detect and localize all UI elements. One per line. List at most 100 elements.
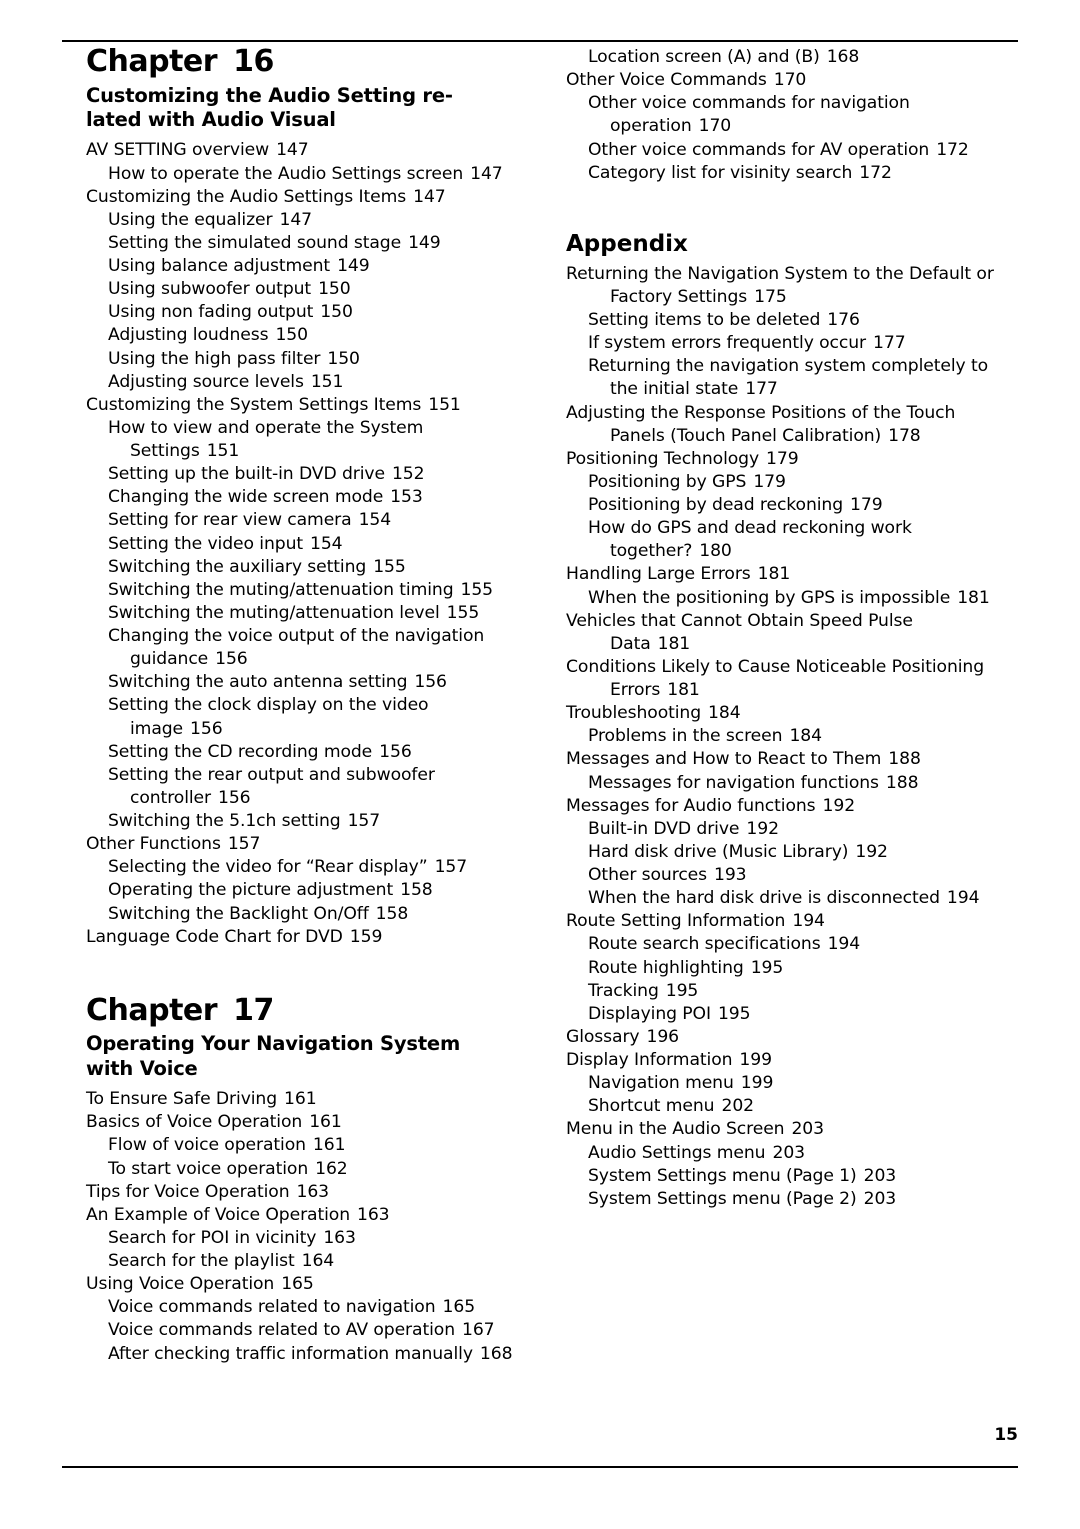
toc-entry[interactable]: Changing the wide screen mode 153 <box>86 486 538 509</box>
toc-entry[interactable]: Customizing the Audio Settings Items 147 <box>86 186 538 209</box>
toc-entry[interactable]: Glossary 196 <box>566 1026 1018 1049</box>
toc-entry[interactable]: Problems in the screen 184 <box>566 725 1018 748</box>
toc-entry[interactable]: Vehicles that Cannot Obtain Speed Pulse <box>566 610 1018 633</box>
toc-entry[interactable]: Shortcut menu 202 <box>566 1095 1018 1118</box>
toc-entry-text: Switching the muting/attenuation level <box>108 602 440 623</box>
toc-entry[interactable]: Navigation menu 199 <box>566 1072 1018 1095</box>
toc-entry[interactable]: If system errors frequently occur 177 <box>566 332 1018 355</box>
toc-entry[interactable]: System Settings menu (Page 2) 203 <box>566 1188 1018 1211</box>
toc-entry[interactable]: Switching the Backlight On/Off 158 <box>86 903 538 926</box>
toc-entry[interactable]: Switching the auto antenna setting 156 <box>86 671 538 694</box>
toc-entry[interactable]: How to view and operate the System <box>86 417 538 440</box>
toc-entry[interactable]: Setting the video input 154 <box>86 533 538 556</box>
chapter-16-heading: Chapter 16 <box>86 46 538 78</box>
toc-entry[interactable]: Conditions Likely to Cause Noticeable Po… <box>566 656 1018 679</box>
toc-entry[interactable]: Switching the muting/attenuation timing 1… <box>86 579 538 602</box>
toc-entry[interactable]: Built-in DVD drive 192 <box>566 818 1018 841</box>
toc-entry[interactable]: Handling Large Errors 181 <box>566 563 1018 586</box>
toc-entry[interactable]: Route Setting Information 194 <box>566 910 1018 933</box>
toc-entry[interactable]: Messages for Audio functions 192 <box>566 795 1018 818</box>
toc-entry[interactable]: How to operate the Audio Settings screen… <box>86 163 538 186</box>
toc-entry[interactable]: Factory Settings 175 <box>566 286 1018 309</box>
toc-entry-page: 177 <box>873 333 906 354</box>
toc-entry[interactable]: Other voice commands for navigation <box>566 92 1018 115</box>
toc-entry[interactable]: Settings 151 <box>86 440 538 463</box>
toc-entry[interactable]: Using balance adjustment 149 <box>86 255 538 278</box>
toc-entry[interactable]: Selecting the video for “Rear display” 15… <box>86 856 538 879</box>
toc-entry-text: Adjusting source levels <box>108 371 304 392</box>
toc-entry[interactable]: Using the high pass filter 150 <box>86 348 538 371</box>
toc-entry[interactable]: Troubleshooting 184 <box>566 702 1018 725</box>
toc-entry[interactable]: Setting for rear view camera 154 <box>86 509 538 532</box>
toc-entry[interactable]: To start voice operation 162 <box>86 1158 538 1181</box>
toc-entry[interactable]: the initial state 177 <box>566 378 1018 401</box>
toc-entry[interactable]: Flow of voice operation 161 <box>86 1134 538 1157</box>
toc-entry[interactable]: When the positioning by GPS is impossibl… <box>566 587 1018 610</box>
toc-entry[interactable]: Using Voice Operation 165 <box>86 1273 538 1296</box>
toc-entry[interactable]: Language Code Chart for DVD 159 <box>86 926 538 949</box>
toc-entry[interactable]: Adjusting loudness 150 <box>86 324 538 347</box>
toc-entry[interactable]: Using non fading output 150 <box>86 301 538 324</box>
toc-entry[interactable]: Hard disk drive (Music Library) 192 <box>566 841 1018 864</box>
toc-entry[interactable]: Voice commands related to navigation 165 <box>86 1296 538 1319</box>
toc-entry[interactable]: Route highlighting 195 <box>566 957 1018 980</box>
toc-entry[interactable]: Panels (Touch Panel Calibration) 178 <box>566 425 1018 448</box>
toc-entry[interactable]: Using subwoofer output 150 <box>86 278 538 301</box>
toc-entry[interactable]: Switching the auxiliary setting 155 <box>86 556 538 579</box>
toc-entry[interactable]: An Example of Voice Operation 163 <box>86 1204 538 1227</box>
toc-entry[interactable]: Category list for visinity search 172 <box>566 162 1018 185</box>
toc-entry[interactable]: Displaying POI 195 <box>566 1003 1018 1026</box>
toc-entry[interactable]: Adjusting the Response Positions of the … <box>566 402 1018 425</box>
toc-entry[interactable]: Other voice commands for AV operation 172 <box>566 139 1018 162</box>
toc-entry[interactable]: To Ensure Safe Driving 161 <box>86 1088 538 1111</box>
toc-entry[interactable]: Setting the simulated sound stage 149 <box>86 232 538 255</box>
toc-entry[interactable]: guidance 156 <box>86 648 538 671</box>
toc-entry[interactable]: controller 156 <box>86 787 538 810</box>
toc-entry[interactable]: Setting the CD recording mode 156 <box>86 741 538 764</box>
toc-entry[interactable]: Adjusting source levels 151 <box>86 371 538 394</box>
toc-entry[interactable]: Search for the playlist 164 <box>86 1250 538 1273</box>
toc-entry[interactable]: Errors 181 <box>566 679 1018 702</box>
toc-entry[interactable]: operation 170 <box>566 115 1018 138</box>
toc-entry[interactable]: Audio Settings menu 203 <box>566 1142 1018 1165</box>
toc-entry[interactable]: Menu in the Audio Screen 203 <box>566 1118 1018 1141</box>
toc-entry-text: Using the equalizer <box>108 209 273 230</box>
toc-entry[interactable]: Positioning Technology 179 <box>566 448 1018 471</box>
toc-entry[interactable]: Operating the picture adjustment 158 <box>86 879 538 902</box>
toc-entry[interactable]: Tips for Voice Operation 163 <box>86 1181 538 1204</box>
toc-entry[interactable]: Returning the Navigation System to the D… <box>566 263 1018 286</box>
toc-entry[interactable]: Display Information 199 <box>566 1049 1018 1072</box>
toc-entry[interactable]: Switching the muting/attenuation level 15… <box>86 602 538 625</box>
toc-entry[interactable]: Search for POI in vicinity 163 <box>86 1227 538 1250</box>
toc-entry[interactable]: together? 180 <box>566 540 1018 563</box>
toc-entry[interactable]: Other Functions 157 <box>86 833 538 856</box>
toc-entry[interactable]: image 156 <box>86 718 538 741</box>
toc-entry[interactable]: Setting items to be deleted 176 <box>566 309 1018 332</box>
toc-entry[interactable]: Messages for navigation functions 188 <box>566 772 1018 795</box>
toc-entry[interactable]: Location screen (A) and (B) 168 <box>566 46 1018 69</box>
toc-entry[interactable]: After checking traffic information manua… <box>86 1343 538 1366</box>
toc-entry[interactable]: Other Voice Commands 170 <box>566 69 1018 92</box>
toc-entry[interactable]: Route search specifications 194 <box>566 933 1018 956</box>
toc-entry[interactable]: Positioning by dead reckoning 179 <box>566 494 1018 517</box>
toc-entry-text: controller <box>130 787 211 808</box>
toc-entry[interactable]: System Settings menu (Page 1) 203 <box>566 1165 1018 1188</box>
toc-entry[interactable]: Basics of Voice Operation 161 <box>86 1111 538 1134</box>
toc-entry[interactable]: Positioning by GPS 179 <box>566 471 1018 494</box>
toc-entry[interactable]: Data 181 <box>566 633 1018 656</box>
toc-entry[interactable]: Setting up the built-in DVD drive 152 <box>86 463 538 486</box>
toc-entry[interactable]: Tracking 195 <box>566 980 1018 1003</box>
toc-entry[interactable]: Other sources 193 <box>566 864 1018 887</box>
toc-entry[interactable]: When the hard disk drive is disconnected… <box>566 887 1018 910</box>
toc-entry[interactable]: Changing the voice output of the navigat… <box>86 625 538 648</box>
toc-entry[interactable]: Messages and How to React to Them 188 <box>566 748 1018 771</box>
toc-entry[interactable]: Customizing the System Settings Items 151 <box>86 394 538 417</box>
toc-entry[interactable]: Setting the rear output and subwoofer <box>86 764 538 787</box>
toc-entry[interactable]: Using the equalizer 147 <box>86 209 538 232</box>
toc-entry[interactable]: How do GPS and dead reckoning work <box>566 517 1018 540</box>
toc-entry[interactable]: Returning the navigation system complete… <box>566 355 1018 378</box>
toc-entry[interactable]: AV SETTING overview 147 <box>86 139 538 162</box>
toc-entry[interactable]: Setting the clock display on the video <box>86 694 538 717</box>
toc-entry[interactable]: Switching the 5.1ch setting 157 <box>86 810 538 833</box>
toc-entry[interactable]: Voice commands related to AV operation 16… <box>86 1319 538 1342</box>
